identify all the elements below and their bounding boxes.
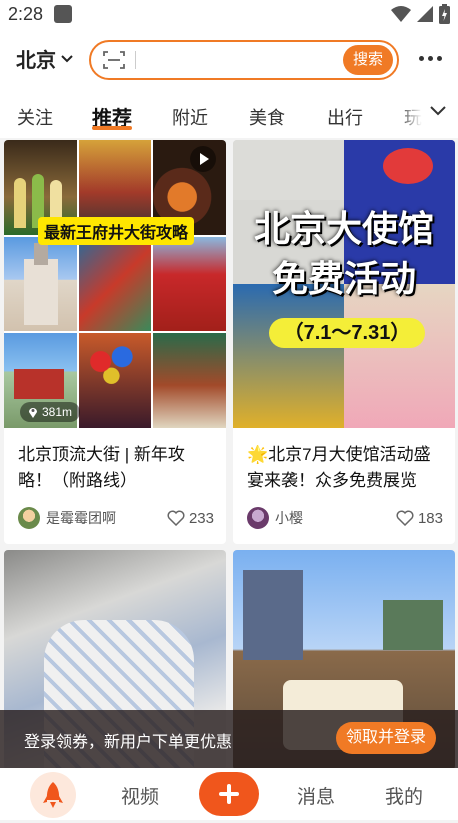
card-2-cover: 北京大使馆 免费活动 （7.1～7.31） [233, 140, 455, 428]
feed-card-2[interactable]: 北京大使馆 免费活动 （7.1～7.31） 🌟北京7月大使馆活动盛宴来袭！众多免… [233, 140, 455, 544]
like-button[interactable]: 233 [167, 510, 214, 527]
like-button[interactable]: 183 [396, 510, 443, 527]
cover-cell [153, 236, 226, 332]
card-1-title: 北京顶流大街 | 新年攻略！（附路线） [18, 445, 185, 490]
distance-badge: 381m [20, 402, 81, 422]
distance-text: 381m [42, 405, 73, 419]
author-name[interactable]: 小樱 [275, 508, 396, 528]
poster-line-2: 免费活动 [271, 258, 416, 299]
notification-app-icon [54, 5, 72, 23]
tab-travel[interactable]: 出行 [327, 104, 363, 130]
card-2-title: 🌟北京7月大使馆活动盛宴来袭！众多免费展览 [247, 445, 431, 490]
play-icon [189, 146, 216, 172]
poster-date: （7.1～7.31） [269, 318, 425, 348]
search-divider [135, 51, 136, 69]
status-icons [391, 4, 450, 24]
avatar[interactable] [247, 507, 269, 529]
cover-cell [4, 236, 77, 332]
signal-icon [417, 6, 433, 22]
search-input[interactable] [143, 48, 333, 72]
claim-and-login-button[interactable]: 领取并登录 [336, 722, 436, 754]
poster-headline: 北京大使馆 免费活动 [233, 204, 455, 304]
chevron-down-icon [61, 54, 73, 62]
search-box[interactable]: 搜索 [89, 40, 399, 80]
login-promo-banner: 登录领券，新用户下单更优惠 领取并登录 [0, 710, 458, 768]
promo-text: 登录领券，新用户下单更优惠 [24, 734, 233, 751]
scan-icon[interactable] [103, 51, 125, 69]
nav-home[interactable] [30, 772, 76, 818]
card-1-footer: 是霉霉团啊 233 [18, 506, 214, 530]
cover-cell [153, 333, 226, 428]
cover-cell [78, 236, 152, 332]
feed-card-1[interactable]: 最新王府井大街攻略 381m 北京顶流大街 | 新年攻略！（附路线） 是霉霉团啊… [4, 140, 226, 544]
more-menu-icon[interactable] [419, 56, 442, 61]
author-name[interactable]: 是霉霉团啊 [46, 508, 167, 528]
card-2-footer: 小樱 183 [247, 506, 443, 530]
top-bar: 北京 搜索 [0, 30, 458, 90]
status-bar: 2:28 [0, 0, 458, 30]
avatar[interactable] [18, 507, 40, 529]
tab-following[interactable]: 关注 [17, 104, 53, 130]
category-tabs: 关注 推荐 附近 美食 出行 玩 [0, 90, 458, 138]
nav-me[interactable]: 我的 [385, 782, 423, 809]
add-post-button[interactable] [199, 772, 259, 816]
status-time: 2:28 [8, 4, 44, 24]
location-pin-icon [29, 408, 37, 418]
poster-line-1: 北京大使馆 [253, 208, 434, 249]
search-button[interactable]: 搜索 [343, 45, 393, 75]
city-name: 北京 [16, 50, 56, 72]
nav-video[interactable]: 视频 [121, 782, 159, 809]
active-tab-indicator [92, 126, 132, 130]
cover-cell [78, 333, 152, 428]
cover-overlay-title: 最新王府井大街攻略 [38, 217, 195, 245]
like-count: 183 [417, 509, 443, 527]
heart-icon [396, 510, 414, 526]
nav-messages[interactable]: 消息 [297, 782, 335, 809]
bottom-nav: 视频 消息 我的 [0, 768, 458, 820]
battery-icon [439, 4, 450, 24]
card-1-cover [4, 140, 226, 428]
city-selector[interactable]: 北京 [16, 44, 74, 73]
tab-nearby[interactable]: 附近 [172, 104, 208, 130]
tab-food[interactable]: 美食 [249, 104, 285, 130]
rocket-icon [43, 782, 63, 808]
expand-tabs-chevron-icon[interactable] [428, 104, 448, 118]
heart-icon [167, 510, 185, 526]
like-count: 233 [188, 509, 214, 527]
wifi-icon [391, 6, 411, 22]
